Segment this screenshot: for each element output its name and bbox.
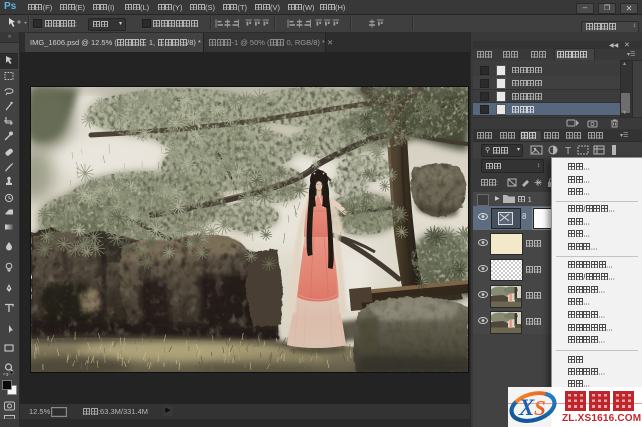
svg-text:T: T bbox=[565, 146, 571, 156]
svg-text:S: S bbox=[534, 396, 546, 420]
svg-text:X: X bbox=[518, 395, 535, 420]
